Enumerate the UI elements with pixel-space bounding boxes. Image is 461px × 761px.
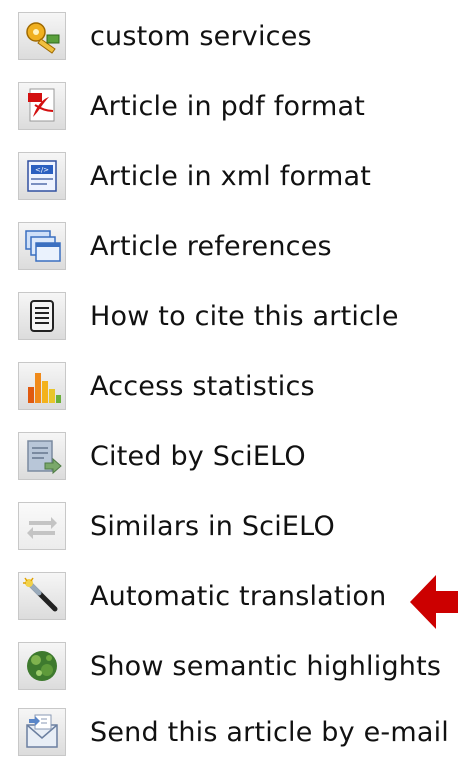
menu-item-statistics[interactable]: Access statistics — [18, 362, 458, 410]
menu-item-xml[interactable]: </> Article in xml format — [18, 152, 458, 200]
menu-item-label: custom services — [90, 20, 312, 52]
menu-item-label: Article references — [90, 230, 332, 262]
menu-item-label: Article in pdf format — [90, 90, 366, 122]
red-arrow-icon — [410, 575, 458, 629]
menu-item-references[interactable]: Article references — [18, 222, 458, 270]
menu-item-semantic-highlights[interactable]: Show semantic highlights — [18, 642, 458, 690]
semantic-highlights-icon — [18, 642, 66, 690]
email-icon — [18, 708, 66, 756]
menu-item-cited-by[interactable]: Cited by SciELO — [18, 432, 458, 480]
references-icon — [18, 222, 66, 270]
menu-item-send-email[interactable]: Send this article by e-mail — [18, 708, 458, 756]
menu-item-label: Show semantic highlights — [90, 650, 442, 682]
menu-item-label: How to cite this article — [90, 300, 399, 332]
svg-text:</>: </> — [35, 166, 49, 174]
menu-item-pdf[interactable]: Article in pdf format — [18, 82, 458, 130]
menu-item-label: Article in xml format — [90, 160, 372, 192]
menu-item-similars[interactable]: Similars in SciELO — [18, 502, 458, 550]
pdf-icon — [18, 82, 66, 130]
similars-icon — [18, 502, 66, 550]
xml-icon: </> — [18, 152, 66, 200]
custom-services-icon — [18, 12, 66, 60]
menu-item-custom-services[interactable]: custom services — [18, 12, 458, 60]
statistics-icon — [18, 362, 66, 410]
menu-item-label: Similars in SciELO — [90, 510, 335, 542]
menu-item-label: Cited by SciELO — [90, 440, 306, 472]
cite-icon — [18, 292, 66, 340]
menu-item-label: Access statistics — [90, 370, 315, 402]
cited-by-icon — [18, 432, 66, 480]
menu-item-label: Send this article by e-mail — [90, 716, 450, 748]
menu-item-automatic-translation[interactable]: Automatic translation — [18, 572, 458, 620]
menu-item-label: Automatic translation — [90, 580, 387, 612]
menu-item-cite[interactable]: How to cite this article — [18, 292, 458, 340]
translation-icon — [18, 572, 66, 620]
article-services-menu: custom services Article in pdf format </… — [0, 0, 461, 761]
